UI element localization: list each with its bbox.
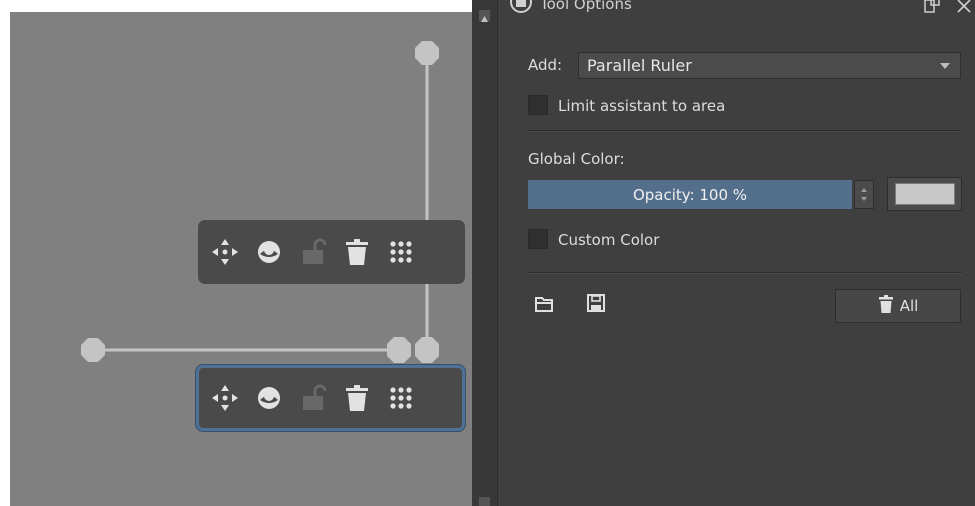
- eye-icon[interactable]: [247, 376, 291, 420]
- delete-all-label: All: [899, 297, 919, 315]
- scroll-up-arrow[interactable]: [479, 10, 490, 22]
- panel-title-bar: Tool Options: [510, 0, 632, 14]
- trash-icon[interactable]: [335, 376, 379, 420]
- ruler-handle[interactable]: [415, 41, 439, 65]
- grid-dots-icon[interactable]: [379, 230, 423, 274]
- trash-icon[interactable]: [335, 230, 379, 274]
- opacity-slider[interactable]: Opacity: 100 %: [528, 180, 852, 209]
- open-folder-icon[interactable]: [532, 292, 556, 316]
- limit-area-checkbox[interactable]: [528, 95, 548, 115]
- panel-splitter[interactable]: [472, 0, 498, 506]
- ruler-handle[interactable]: [387, 337, 411, 363]
- divider: [528, 272, 962, 274]
- opacity-text: Opacity: 100 %: [632, 185, 748, 204]
- color-swatch: [894, 183, 955, 205]
- move-icon[interactable]: [203, 376, 247, 420]
- custom-color-checkbox[interactable]: [528, 229, 548, 249]
- close-panel-icon[interactable]: [956, 0, 972, 18]
- ruler-handle[interactable]: [415, 337, 439, 363]
- assistant-toolbox-active: [196, 365, 465, 431]
- limit-area-label: Limit assistant to area: [558, 97, 726, 115]
- custom-color-label: Custom Color: [558, 231, 660, 249]
- canvas[interactable]: [10, 12, 472, 506]
- delete-all-button[interactable]: All: [835, 289, 961, 323]
- assistant-type-select[interactable]: Parallel Ruler: [578, 52, 961, 79]
- ruler-handle[interactable]: [81, 338, 105, 362]
- lock-icon[interactable]: [291, 230, 335, 274]
- global-color-label: Global Color:: [528, 150, 625, 168]
- assistant-toolbox: [198, 220, 465, 284]
- tool-options-icon: [510, 0, 532, 17]
- assistant-type-value: Parallel Ruler: [587, 56, 692, 75]
- lock-icon[interactable]: [291, 376, 335, 420]
- chevron-down-icon: [940, 63, 950, 69]
- grid-dots-icon[interactable]: [379, 376, 423, 420]
- opacity-spinbox[interactable]: [854, 180, 874, 209]
- panel-title: Tool Options: [540, 0, 632, 13]
- divider: [528, 130, 962, 132]
- float-panel-icon[interactable]: [924, 0, 940, 20]
- scroll-down-arrow[interactable]: [479, 497, 490, 506]
- save-icon[interactable]: [584, 291, 608, 315]
- add-label: Add:: [528, 56, 563, 74]
- move-icon[interactable]: [203, 230, 247, 274]
- eye-icon[interactable]: [247, 230, 291, 274]
- global-color-button[interactable]: [887, 177, 962, 211]
- trash-icon: [878, 295, 894, 317]
